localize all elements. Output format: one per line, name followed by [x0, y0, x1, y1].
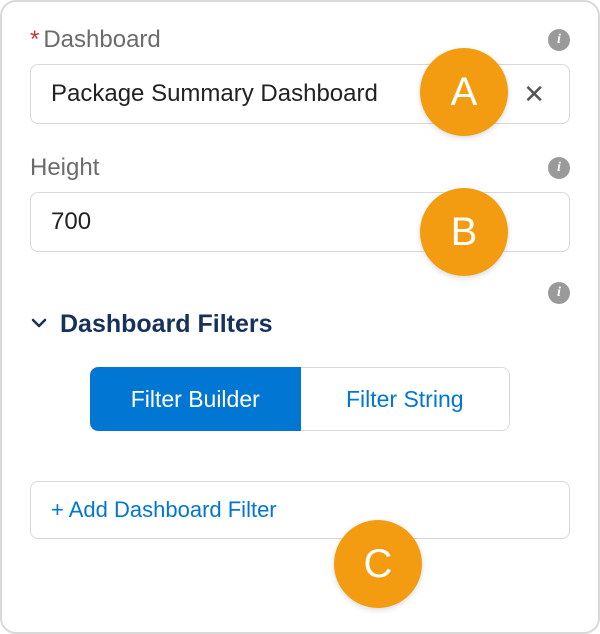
filters-header[interactable]: Dashboard Filters — [30, 310, 570, 339]
dashboard-label-row: *Dashboard i — [30, 26, 570, 54]
info-icon[interactable]: i — [548, 29, 570, 51]
dashboard-input-box[interactable]: ✕ — [30, 64, 570, 124]
chevron-down-icon — [30, 312, 48, 338]
filter-mode-toggle: Filter Builder Filter String — [90, 367, 510, 431]
height-label: Height — [30, 154, 99, 182]
dashboard-field-group: *Dashboard i ✕ — [30, 26, 570, 124]
filter-builder-tab[interactable]: Filter Builder — [90, 367, 301, 431]
filters-section: i Dashboard Filters Filter Builder Filte… — [30, 282, 570, 539]
filters-info-row: i — [30, 282, 570, 304]
filters-title: Dashboard Filters — [60, 310, 273, 339]
dashboard-label-text: Dashboard — [43, 26, 160, 53]
required-marker: * — [30, 26, 39, 53]
close-icon[interactable]: ✕ — [517, 79, 551, 110]
info-icon[interactable]: i — [548, 282, 570, 304]
filter-string-tab[interactable]: Filter String — [301, 367, 511, 431]
dashboard-label: *Dashboard — [30, 26, 161, 54]
height-field-group: Height i — [30, 154, 570, 252]
height-input[interactable] — [49, 207, 551, 237]
dashboard-config-panel: *Dashboard i ✕ Height i i Dashboard Filt… — [0, 0, 600, 634]
add-dashboard-filter-button[interactable]: + Add Dashboard Filter — [30, 481, 570, 539]
height-label-row: Height i — [30, 154, 570, 182]
info-icon[interactable]: i — [548, 157, 570, 179]
height-input-box[interactable] — [30, 192, 570, 252]
dashboard-input[interactable] — [49, 79, 517, 109]
